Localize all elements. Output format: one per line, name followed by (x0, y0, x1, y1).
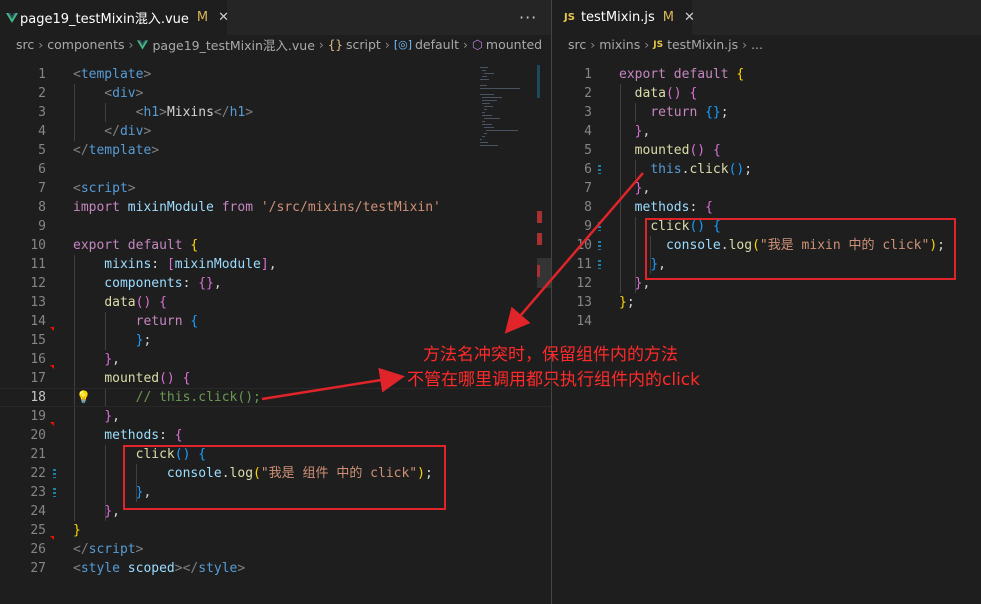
annotation-line-2: 不管在哪里调用都只执行组件内的click (407, 370, 700, 390)
annotation-arrows (261, 172, 644, 401)
annotation-line-1: 方法名冲突时，保留组件内的方法 (423, 345, 678, 365)
arrow-to-mixin-mounted (504, 172, 644, 334)
arrow-to-component-mounted (261, 367, 405, 401)
